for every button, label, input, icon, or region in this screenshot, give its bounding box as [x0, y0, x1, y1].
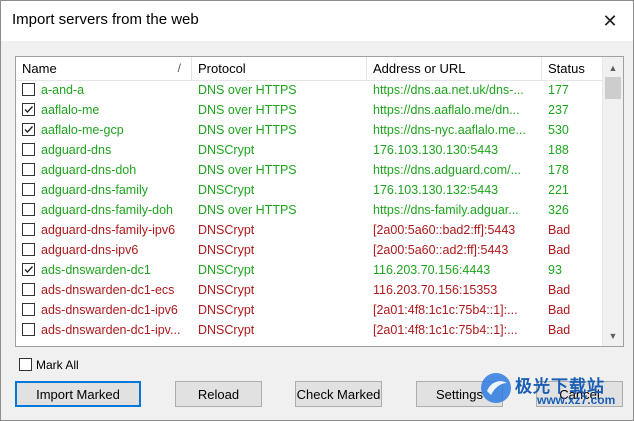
table-row[interactable]: adguard-dns-doh DNS over HTTPS https://dns… [16, 160, 602, 180]
address-cell: https://dns-family.adguar... [373, 203, 519, 217]
column-header-address[interactable]: Address or URL [367, 57, 542, 80]
server-name-cell: adguard-dns-family [41, 183, 148, 197]
table-row[interactable]: aaflalo-me-gcp DNS over HTTPS https://dns-… [16, 120, 602, 140]
protocol-cell: DNSCrypt [198, 323, 255, 337]
status-cell: Bad [548, 303, 571, 317]
chevron-up-icon: ▲ [608, 62, 618, 73]
address-cell: 176.103.130.132:5443 [373, 183, 499, 197]
protocol-cell: DNSCrypt [198, 303, 255, 317]
server-name-cell: ads-dnswarden-dc1-ipv... [41, 323, 181, 337]
list-header: Name / Protocol Address or URL Status [16, 57, 602, 81]
protocol-cell: DNSCrypt [198, 283, 255, 297]
watermark: 极光下载站 www.xz7.com [479, 369, 629, 419]
status-cell: 93 [548, 263, 562, 277]
protocol-cell: DNS over HTTPS [198, 203, 297, 217]
protocol-cell: DNSCrypt [198, 243, 255, 257]
scroll-down-button[interactable]: ▼ [603, 327, 623, 344]
address-cell: [2a00:5a60::bad2:ff]:5443 [373, 223, 516, 237]
address-cell: [2a00:5a60::ad2:ff]:5443 [373, 243, 509, 257]
protocol-cell: DNS over HTTPS [198, 163, 297, 177]
status-cell: 237 [548, 103, 569, 117]
server-list[interactable]: Name / Protocol Address or URL Status a-… [15, 56, 624, 347]
column-header-status[interactable]: Status [542, 57, 602, 80]
table-row[interactable]: a-and-a DNS over HTTPS https://dns.aa.net.… [16, 80, 602, 100]
table-row[interactable]: aaflalo-me DNS over HTTPS https://dns.aafl… [16, 100, 602, 120]
table-row[interactable]: adguard-dns-ipv6 DNSCrypt [2a00:5a60::ad2:… [16, 240, 602, 260]
address-cell: [2a01:4f8:1c1c:75b4::1]:... [373, 323, 518, 337]
table-row[interactable]: adguard-dns DNSCrypt 176.103.130.130:5443 1… [16, 140, 602, 160]
address-cell: https://dns.adguard.com/... [373, 163, 521, 177]
protocol-cell: DNS over HTTPS [198, 123, 297, 137]
protocol-cell: DNSCrypt [198, 183, 255, 197]
server-name-cell: ads-dnswarden-dc1-ecs [41, 283, 175, 297]
status-cell: 188 [548, 143, 569, 157]
table-row[interactable]: ads-dnswarden-dc1-ecs DNSCrypt 116.203.70.… [16, 280, 602, 300]
server-name-cell: adguard-dns-ipv6 [41, 243, 139, 257]
server-name-cell: adguard-dns-doh [41, 163, 137, 177]
status-cell: Bad [548, 243, 571, 257]
server-name-cell: adguard-dns [41, 143, 112, 157]
table-row[interactable]: ads-dnswarden-dc1 DNSCrypt 116.203.70.156:… [16, 260, 602, 280]
title-bar: Import servers from the web ✕ [1, 1, 633, 41]
close-icon: ✕ [602, 10, 618, 31]
list-rows: a-and-a DNS over HTTPS https://dns.aa.net.… [16, 80, 602, 340]
table-row[interactable]: ads-dnswarden-dc1-ipv... DNSCrypt [2a01:4f… [16, 320, 602, 340]
server-name-cell: ads-dnswarden-dc1 [41, 263, 151, 277]
server-name-cell: aaflalo-me [41, 103, 100, 117]
address-cell: 176.103.130.130:5443 [373, 143, 499, 157]
status-cell: Bad [548, 223, 571, 237]
close-button[interactable]: ✕ [587, 1, 633, 41]
column-header-protocol[interactable]: Protocol [192, 57, 367, 80]
mark-all-label: Mark All [36, 357, 79, 372]
protocol-cell: DNSCrypt [198, 263, 255, 277]
import-servers-dialog: Import servers from the web ✕ Name / Pro… [0, 0, 634, 421]
address-cell: [2a01:4f8:1c1c:75b4::1]:... [373, 303, 518, 317]
import-marked-button[interactable]: Import Marked [15, 381, 141, 407]
status-cell: Bad [548, 323, 571, 337]
table-row[interactable]: adguard-dns-family DNSCrypt 176.103.130.13… [16, 180, 602, 200]
chevron-down-icon: ▼ [608, 330, 618, 341]
status-cell: 178 [548, 163, 569, 177]
server-name-cell: aaflalo-me-gcp [41, 123, 124, 137]
protocol-cell: DNS over HTTPS [198, 103, 297, 117]
column-header-name[interactable]: Name / [16, 57, 192, 80]
vertical-scrollbar[interactable]: ▲ ▼ [602, 57, 623, 346]
mark-all-box[interactable] [19, 358, 32, 371]
server-name-cell: adguard-dns-family-doh [41, 203, 174, 217]
address-cell: 116.203.70.156:4443 [373, 263, 491, 277]
watermark-logo-icon [481, 373, 511, 403]
scrollbar-thumb[interactable] [605, 77, 621, 99]
scroll-up-button[interactable]: ▲ [603, 59, 623, 76]
address-cell: 116.203.70.156:15353 [373, 283, 498, 297]
address-cell: https://dns.aa.net.uk/dns-... [373, 83, 524, 97]
status-cell: 177 [548, 83, 569, 97]
status-cell: 221 [548, 183, 569, 197]
status-cell: 326 [548, 203, 569, 217]
column-header-name-label: Name [22, 61, 57, 76]
watermark-url: www.xz7.com [537, 393, 616, 407]
check-marked-button[interactable]: Check Marked [295, 381, 382, 407]
address-cell: https://dns.aaflalo.me/dn... [373, 103, 520, 117]
server-name-cell: adguard-dns-family-ipv6 [41, 223, 176, 237]
reload-button[interactable]: Reload [175, 381, 262, 407]
sort-indicator-icon: / [177, 61, 181, 75]
protocol-cell: DNSCrypt [198, 223, 255, 237]
dialog-title: Import servers from the web [12, 11, 199, 28]
address-cell: https://dns-nyc.aaflalo.me... [373, 123, 526, 137]
mark-all-checkbox[interactable]: Mark All [19, 357, 79, 372]
server-name-cell: a-and-a [41, 83, 85, 97]
table-row[interactable]: ads-dnswarden-dc1-ipv6 DNSCrypt [2a01:4f8:… [16, 300, 602, 320]
table-row[interactable]: adguard-dns-family-doh DNS over HTTPS http… [16, 200, 602, 220]
protocol-cell: DNSCrypt [198, 143, 255, 157]
status-cell: Bad [548, 283, 571, 297]
status-cell: 530 [548, 123, 569, 137]
table-row[interactable]: adguard-dns-family-ipv6 DNSCrypt [2a00:5a6… [16, 220, 602, 240]
server-name-cell: ads-dnswarden-dc1-ipv6 [41, 303, 178, 317]
protocol-cell: DNS over HTTPS [198, 83, 297, 97]
